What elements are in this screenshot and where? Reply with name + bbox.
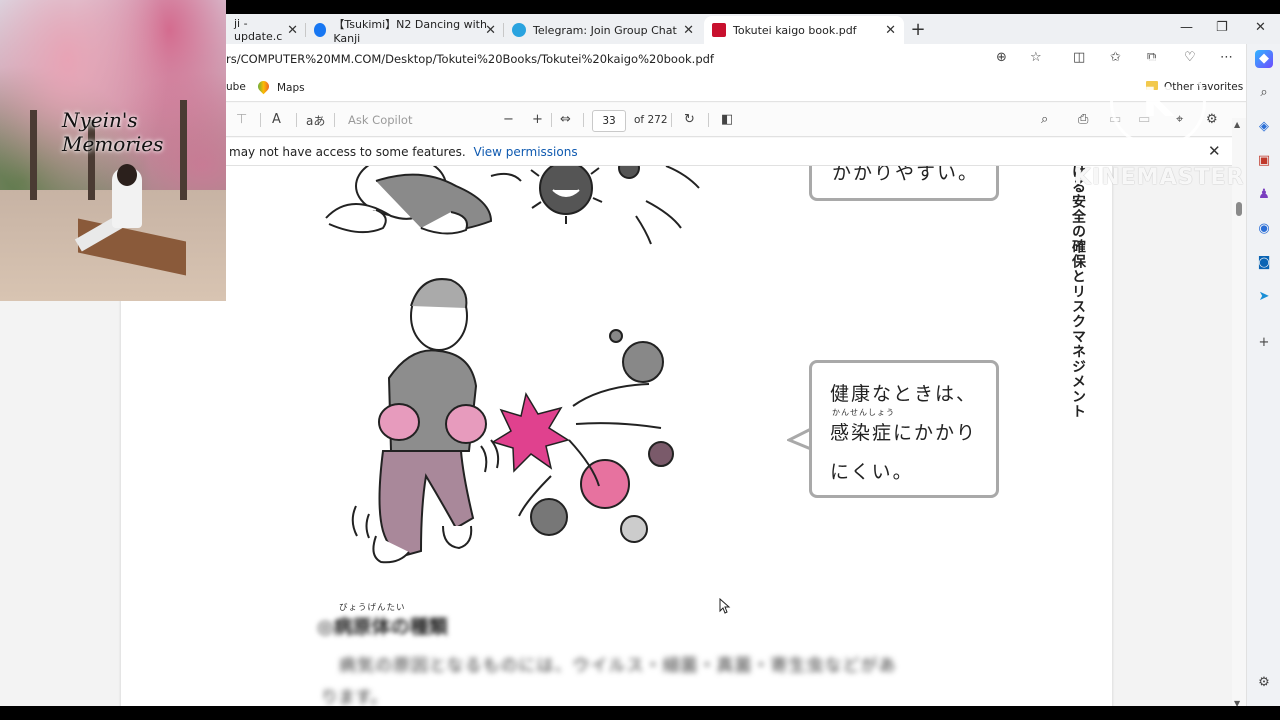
new-tab-button[interactable]: + bbox=[908, 19, 928, 40]
bubble-line-2: 感染症にかかり bbox=[830, 422, 978, 444]
kinemaster-logo: K bbox=[1110, 58, 1206, 148]
translate-icon[interactable]: aあ bbox=[306, 112, 325, 129]
search-icon[interactable]: ⌕ bbox=[1041, 112, 1048, 127]
tab-tsukimi[interactable]: 【Tsukimi】N2 Dancing with Kanji ✕ bbox=[306, 16, 504, 45]
telegram-icon bbox=[512, 23, 526, 37]
tab-label: Tokutei kaigo book.pdf bbox=[733, 23, 857, 37]
close-icon[interactable]: ✕ bbox=[885, 23, 896, 38]
more-menu-icon[interactable]: ⋯ bbox=[1220, 50, 1233, 65]
vertical-chapter-title: ける安全の確保とリスクマネジメント bbox=[1070, 166, 1086, 419]
tab-label: Telegram: Join Group Chat bbox=[533, 23, 677, 37]
url-field[interactable]: rs/COMPUTER%20MM.COM/Desktop/Tokutei%20B… bbox=[226, 52, 714, 66]
fav-label: Maps bbox=[277, 82, 305, 94]
copilot-icon[interactable]: ◆ bbox=[1255, 50, 1273, 68]
speech-bubble-main: 健康なときは、 かんせんしょう 感染症にかかり にくい。 bbox=[809, 360, 999, 498]
tab-pdf[interactable]: Tokutei kaigo book.pdf ✕ bbox=[704, 16, 904, 44]
bubble-top-text: かかりやすい。 bbox=[832, 166, 980, 184]
fav-youtube[interactable]: ube bbox=[226, 81, 246, 93]
zoom-out-button[interactable]: − bbox=[503, 112, 514, 127]
tab-update[interactable]: ji - update.c ✕ bbox=[226, 16, 306, 44]
send-icon[interactable]: ➤ bbox=[1255, 288, 1273, 306]
page-total: of 272 bbox=[634, 114, 668, 126]
facebook-icon bbox=[314, 23, 327, 37]
photo-overlay: Nyein's Memories bbox=[0, 0, 226, 301]
vertical-scrollbar[interactable]: ▲ ▼ bbox=[1232, 118, 1246, 706]
speech-bubble-top: かかりやすい。 bbox=[809, 166, 999, 201]
print-icon[interactable]: ⎙ bbox=[1078, 112, 1088, 127]
overlay-title: Nyein's Memories bbox=[62, 108, 164, 156]
zoom-icon[interactable]: ⊕ bbox=[996, 50, 1007, 65]
infobar-close-icon[interactable]: ✕ bbox=[1208, 142, 1221, 160]
read-aloud-icon[interactable]: A bbox=[272, 112, 281, 127]
scrollbar-thumb[interactable] bbox=[1236, 202, 1242, 216]
section-body-line-2: ります。 bbox=[321, 688, 388, 706]
bubble-ruby: かんせんしょう bbox=[832, 408, 895, 417]
bubble-line-3: にくい。 bbox=[830, 461, 914, 483]
restore-icon[interactable]: ❐ bbox=[1216, 20, 1228, 35]
infobar-text: may not have access to some features. bbox=[229, 145, 466, 159]
close-icon[interactable]: ✕ bbox=[485, 23, 496, 38]
scroll-up-icon[interactable]: ▲ bbox=[1234, 120, 1240, 129]
sick-man-illustration bbox=[325, 166, 522, 235]
fit-width-icon[interactable]: ⇔ bbox=[560, 112, 571, 127]
section-body-line-1: 病気の原因となるものには、ウイルス・細菌・真菌・寄生虫などがあ bbox=[339, 656, 897, 676]
virus-top-illustration bbox=[530, 166, 700, 245]
kinemaster-watermark: KINEMASTER bbox=[1074, 165, 1245, 190]
rotate-icon[interactable]: ↻ bbox=[684, 112, 695, 127]
bubble-line-1: 健康なときは、 bbox=[830, 383, 978, 405]
add-icon[interactable]: + bbox=[1255, 334, 1273, 352]
page-view-icon[interactable]: ◧ bbox=[721, 112, 733, 127]
favorite-star-icon[interactable]: ☆ bbox=[1030, 50, 1042, 65]
shopping-icon[interactable]: ◈ bbox=[1255, 118, 1273, 136]
edge-sidebar: ◆ ⌕ ◈ ▣ ♟ ◉ ◙ ➤ + ⚙ bbox=[1246, 44, 1280, 706]
outlook-icon[interactable]: ◙ bbox=[1255, 254, 1273, 272]
extensions-icon[interactable]: ♡ bbox=[1184, 50, 1196, 65]
healthy-man-illustration bbox=[372, 278, 487, 564]
games-icon[interactable]: ♟ bbox=[1255, 186, 1273, 204]
pdf-icon bbox=[712, 23, 726, 37]
ask-copilot-button[interactable]: Ask Copilot bbox=[348, 113, 412, 127]
tools-icon[interactable]: ▣ bbox=[1255, 152, 1273, 170]
fav-maps[interactable]: Maps bbox=[255, 78, 305, 95]
search-icon[interactable]: ⌕ bbox=[1255, 84, 1273, 102]
close-icon[interactable]: ✕ bbox=[287, 23, 298, 38]
pdf-page: かかりやすい。 健康なときは、 かんせんしょう 感染症にかかり にくい。 ける安… bbox=[121, 166, 1112, 706]
favorites-icon[interactable]: ✩ bbox=[1110, 50, 1121, 65]
microsoft365-icon[interactable]: ◉ bbox=[1255, 220, 1273, 238]
person-head bbox=[117, 164, 137, 186]
infobar-message: may not have access to some features. Vi… bbox=[229, 145, 578, 159]
view-permissions-link[interactable]: View permissions bbox=[474, 145, 578, 159]
zoom-in-button[interactable]: + bbox=[532, 112, 543, 127]
scroll-down-icon[interactable]: ▼ bbox=[1234, 699, 1240, 706]
page-number-input[interactable]: 33 bbox=[592, 110, 626, 132]
maps-icon bbox=[255, 78, 272, 95]
impact-star bbox=[491, 392, 570, 473]
close-icon[interactable]: ✕ bbox=[683, 23, 694, 38]
settings-gear-icon[interactable]: ⚙ bbox=[1206, 112, 1218, 127]
split-screen-icon[interactable]: ◫ bbox=[1073, 50, 1085, 65]
tab-label: 【Tsukimi】N2 Dancing with Kanji bbox=[333, 17, 487, 45]
text-icon[interactable]: ⊤ bbox=[236, 112, 247, 127]
section-heading: ◎病原体の種類 bbox=[317, 616, 448, 638]
sidebar-settings-icon[interactable]: ⚙ bbox=[1255, 674, 1273, 692]
mouse-cursor-icon bbox=[719, 598, 731, 614]
close-window-icon[interactable]: ✕ bbox=[1255, 20, 1266, 35]
minimize-icon[interactable]: — bbox=[1180, 20, 1193, 35]
tab-telegram[interactable]: Telegram: Join Group Chat ✕ bbox=[504, 16, 702, 44]
